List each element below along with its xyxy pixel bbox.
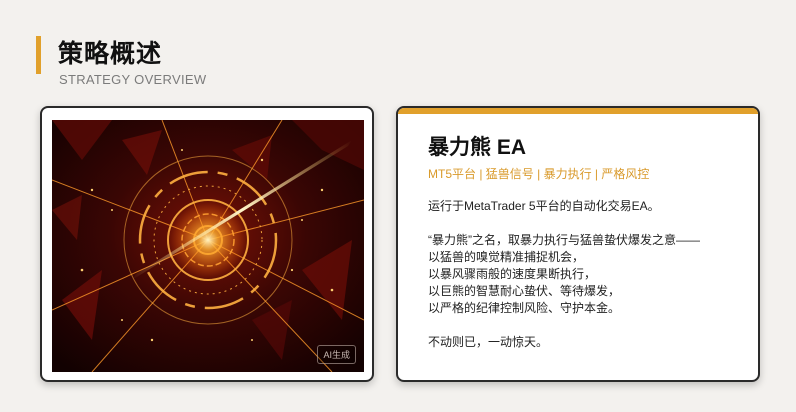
ea-line: 以猛兽的嗅觉精准捕捉机会， [428, 250, 585, 264]
image-card: AI生成 [40, 106, 374, 382]
ea-description: 运行于MetaTrader 5平台的自动化交易EA。 “暴力熊”之名，取暴力执行… [428, 198, 700, 351]
ea-line: 以巨熊的智慧耐心蛰伏、等待爆发， [428, 284, 621, 298]
ea-tags: MT5平台 | 猛兽信号 | 暴力执行 | 严格风控 [428, 167, 650, 181]
ea-intro: 运行于MetaTrader 5平台的自动化交易EA。 [428, 199, 660, 213]
energy-burst-graphic [52, 120, 364, 372]
ea-line: “暴力熊”之名，取暴力执行与猛兽蛰伏爆发之意—— [428, 233, 700, 247]
ea-description-card: 暴力熊 EA MT5平台 | 猛兽信号 | 暴力执行 | 严格风控 运行于Met… [396, 106, 760, 382]
strategy-illustration: AI生成 [52, 120, 364, 372]
title-accent-bar [36, 36, 41, 74]
page-title: 策略概述 [58, 40, 163, 68]
ea-title: 暴力熊 EA [428, 136, 527, 159]
page-subtitle: STRATEGY OVERVIEW [59, 72, 207, 87]
ea-closing: 不动则已，一动惊天。 [428, 335, 549, 349]
ea-line: 以暴风骤雨般的速度果断执行， [428, 267, 597, 281]
ea-line: 以严格的纪律控制风险、守护本金。 [428, 301, 621, 315]
card-accent-strip [398, 108, 758, 114]
ai-generated-badge: AI生成 [317, 345, 356, 364]
